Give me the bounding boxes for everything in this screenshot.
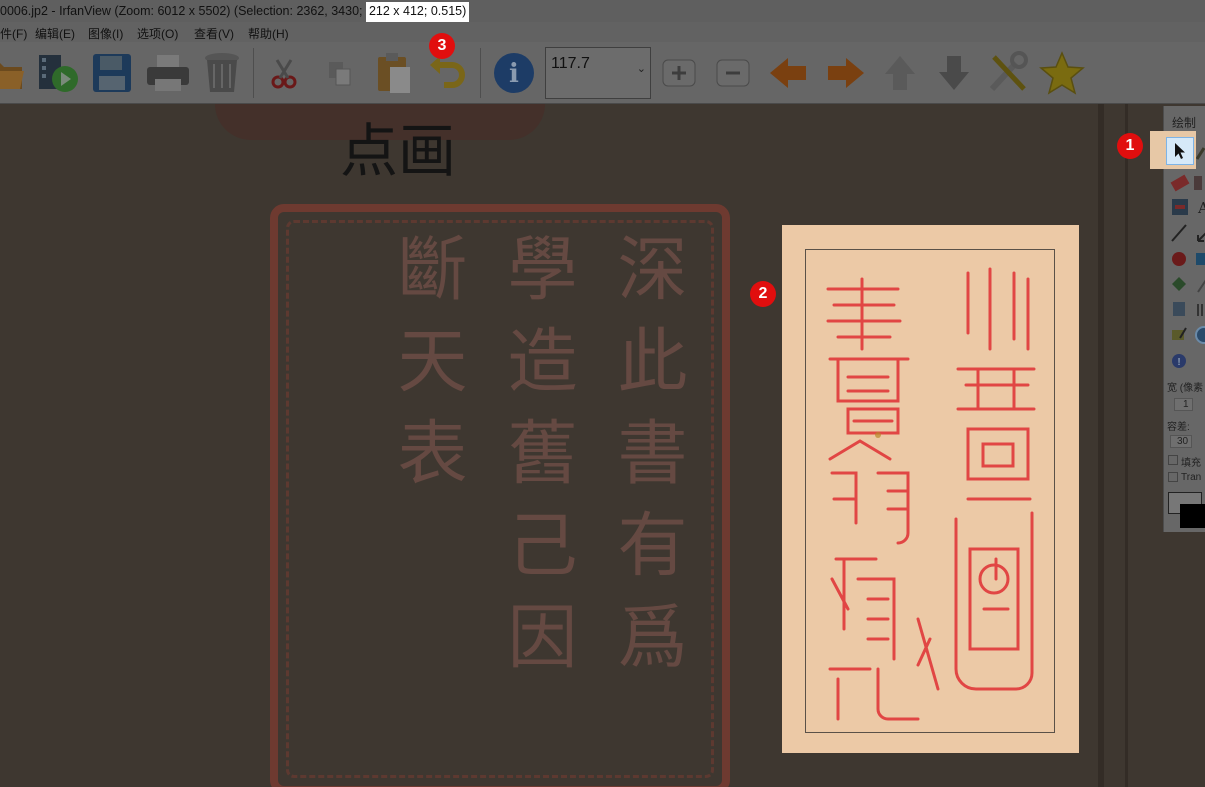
menu-edit[interactable]: 编辑(E): [35, 25, 75, 42]
handwriting-text: 点画: [340, 117, 457, 185]
pencil-icon[interactable]: [1196, 146, 1205, 160]
zoom-combobox[interactable]: 117.7 ⌄: [545, 47, 651, 99]
trash-can-icon: [205, 53, 239, 92]
info-icon: i: [494, 53, 534, 93]
properties-button[interactable]: [984, 48, 1032, 98]
clipboard-icon: [378, 53, 410, 93]
large-seal-impression: 深此書有爲學造舊己因斷天表: [270, 204, 730, 787]
next-button[interactable]: [822, 48, 870, 98]
delete-button[interactable]: [198, 48, 246, 98]
menu-image[interactable]: 图像(I): [88, 25, 123, 42]
copy-icon: [329, 62, 351, 86]
paper-fold-line: [1098, 104, 1104, 787]
palette-tool-row-shapes[interactable]: [1168, 248, 1205, 270]
help-icon: !: [1172, 354, 1186, 368]
printer-icon: [147, 55, 189, 91]
marker-2: 2: [750, 281, 776, 307]
circle-shape-icon: [1172, 252, 1205, 266]
window-title: 0006.jp2 - IrfanView (Zoom: 6012 x 5502)…: [0, 2, 470, 22]
palette-tool-row-fill[interactable]: [1168, 274, 1205, 296]
toolbar: i 117.7 ⌄: [0, 42, 1205, 104]
width-label: 宽 (像素: [1167, 383, 1204, 394]
menu-help[interactable]: 帮助(H): [248, 25, 289, 42]
menu-options[interactable]: 选项(O): [137, 25, 178, 42]
palette-tool-row-clone[interactable]: [1168, 298, 1205, 320]
palette-tool-row-eraser[interactable]: [1168, 172, 1205, 194]
transparent-checkbox[interactable]: [1168, 472, 1178, 482]
scissors-icon: [271, 59, 297, 89]
window-title-main: 0006.jp2 - IrfanView (Zoom: 6012 x 5502)…: [0, 4, 366, 18]
info-button[interactable]: i: [490, 48, 538, 98]
arrow-down-icon: [939, 56, 969, 90]
palette-tool-row-line[interactable]: [1168, 222, 1205, 244]
palette-tool-row-text[interactable]: A: [1168, 196, 1205, 218]
svg-text:i: i: [509, 59, 519, 89]
palette-help-row[interactable]: !: [1168, 350, 1205, 372]
cursor-arrow-icon: [1175, 143, 1185, 159]
toolbar-separator: [253, 48, 254, 98]
toolbar-separator: [480, 48, 481, 98]
menu-view[interactable]: 查看(V): [194, 25, 234, 42]
minus-icon: [716, 59, 750, 87]
tolerance-input[interactable]: 30: [1170, 435, 1193, 448]
paper-fold-line: [1125, 104, 1128, 787]
marker-3: 3: [429, 33, 455, 59]
paste-button[interactable]: [370, 48, 418, 98]
previous-button[interactable]: [764, 48, 812, 98]
large-seal-characters: 深此書有爲學造舊己因斷天表: [386, 232, 688, 692]
undo-arrow-icon: [430, 56, 465, 88]
selected-seal-region[interactable]: [782, 225, 1079, 753]
irfanview-window: 0006.jp2 - IrfanView (Zoom: 6012 x 5502)…: [0, 0, 1205, 787]
last-button[interactable]: [930, 48, 978, 98]
print-button[interactable]: [144, 48, 192, 98]
menu-file[interactable]: 件(F): [0, 25, 27, 42]
arrow-right-icon: [828, 58, 864, 88]
tools-icon: [989, 51, 1028, 92]
favorites-button[interactable]: [1038, 48, 1086, 98]
eraser-icon: [1170, 174, 1202, 192]
arrow-up-icon: [885, 56, 915, 90]
save-button[interactable]: [88, 48, 136, 98]
fill-label: 填充: [1181, 458, 1201, 469]
draw-palette: 绘制 A ! 宽 (像素 1 容差: 30 填充 Tran: [1163, 106, 1205, 532]
zoom-value: 117.7: [551, 55, 590, 72]
fill-bucket-icon: [1172, 277, 1205, 293]
copy-button[interactable]: [316, 48, 364, 98]
fill-checkbox[interactable]: [1168, 455, 1178, 465]
svg-text:!: !: [1177, 357, 1180, 368]
transparent-label: Tran: [1181, 472, 1202, 483]
palette-title: 绘制: [1172, 116, 1197, 130]
foreground-color-swatch[interactable]: [1180, 504, 1205, 528]
text-tool-icon: A: [1172, 199, 1205, 217]
slideshow-icon: [39, 55, 78, 92]
open-folder-button[interactable]: [0, 48, 28, 98]
width-input[interactable]: 1: [1174, 398, 1193, 411]
clone-stamp-icon: [1173, 302, 1205, 316]
first-button[interactable]: [876, 48, 924, 98]
chevron-down-icon[interactable]: ⌄: [637, 62, 646, 75]
tolerance-label: 容差:: [1167, 422, 1190, 433]
line-tool-icon: [1171, 224, 1205, 242]
menu-bar: 件(F) 编辑(E) 图像(I) 选项(O) 查看(V) 帮助(H): [0, 22, 1205, 42]
zoom-in-button[interactable]: [655, 48, 703, 98]
svg-text:A: A: [1197, 199, 1205, 217]
plus-icon: [662, 59, 696, 87]
slideshow-button[interactable]: [34, 48, 82, 98]
cut-button[interactable]: [260, 48, 308, 98]
selection-size-highlight: 212 x 412; 0.515): [365, 2, 470, 22]
seal-stamp-image: [826, 267, 1036, 721]
floppy-disk-icon: [93, 54, 131, 92]
color-picker-icon: [1172, 326, 1205, 344]
title-bar: 0006.jp2 - IrfanView (Zoom: 6012 x 5502)…: [0, 0, 1205, 22]
arrow-left-icon: [770, 58, 806, 88]
selection-tool-button[interactable]: [1166, 137, 1194, 165]
zoom-out-button[interactable]: [709, 48, 757, 98]
folder-icon: [0, 63, 24, 89]
star-icon: [1039, 51, 1085, 95]
marker-1: 1: [1117, 133, 1143, 159]
palette-tool-row-picker[interactable]: [1168, 324, 1205, 346]
